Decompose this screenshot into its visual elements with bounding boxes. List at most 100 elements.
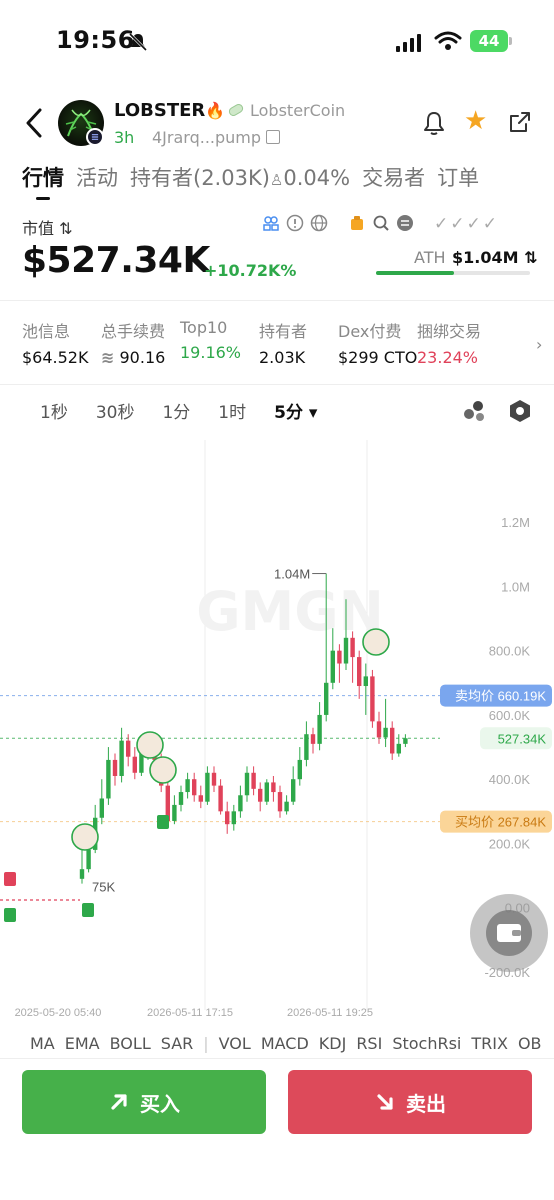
stat-top10[interactable]: Top10 19.16% xyxy=(180,318,259,362)
market-cap-value: $527.34K xyxy=(22,240,210,281)
candle-body xyxy=(337,650,342,664)
divider xyxy=(0,384,554,385)
y-tick-label: 600.0K xyxy=(489,708,531,723)
buy-label: 买入 xyxy=(140,1091,180,1116)
indicator-ma[interactable]: MA xyxy=(30,1034,55,1053)
sell-button[interactable]: 卖出 xyxy=(288,1070,532,1134)
candle-body xyxy=(370,676,375,722)
y-tick-label: 1.0M xyxy=(501,579,530,594)
arrow-up-right-icon xyxy=(111,1094,127,1110)
indicator-ob[interactable]: OB xyxy=(518,1034,542,1053)
market-cap-change: +10.72K% xyxy=(204,261,297,280)
back-icon[interactable] xyxy=(22,106,46,140)
stat-holders[interactable]: 持有者 2.03K xyxy=(259,318,338,367)
bundle-icon[interactable] xyxy=(348,214,366,232)
indicator-stochrsi[interactable]: StochRsi xyxy=(392,1034,461,1053)
indicator-trix[interactable]: TRIX xyxy=(471,1034,508,1053)
info-icon[interactable] xyxy=(286,214,304,232)
indicator-bar: MA EMA BOLL SAR | VOL MACD KDJ RSI StochRsi TRIX OB xyxy=(30,1034,542,1053)
interval-1m[interactable]: 1分 xyxy=(162,398,190,423)
wallet-fab-inner[interactable] xyxy=(486,910,532,956)
arrow-down-right-icon xyxy=(377,1094,393,1110)
bell-icon[interactable] xyxy=(422,110,446,136)
stat-total-fees[interactable]: 总手续费 ≋ 90.16 xyxy=(101,318,180,367)
candle-body xyxy=(383,727,388,738)
ath-progress-fill xyxy=(376,271,454,275)
interval-30s[interactable]: 30秒 xyxy=(96,398,135,423)
indicator-vol[interactable]: VOL xyxy=(219,1034,251,1053)
tab-orders[interactable]: 订单 xyxy=(437,162,479,192)
candle-body xyxy=(106,759,111,799)
candle-body xyxy=(304,734,309,760)
tab-traders[interactable]: 交易者 xyxy=(362,162,425,192)
stat-dex-paid[interactable]: Dex付费 $299 CTO xyxy=(338,318,417,367)
candle-body xyxy=(238,795,243,812)
candle-body xyxy=(132,756,137,773)
interval-selector: 1秒 30秒 1分 1时 5分 ▾ xyxy=(40,398,345,426)
candle-body xyxy=(231,811,236,825)
globe-icon[interactable] xyxy=(310,214,328,232)
token-link-icons xyxy=(262,214,414,232)
tab-activity[interactable]: 活动 xyxy=(76,162,118,192)
candle-body xyxy=(244,772,250,796)
trader-avatar-marker xyxy=(362,628,390,656)
buy-button[interactable]: 买入 xyxy=(22,1070,266,1134)
trader-avatar-marker xyxy=(71,823,99,851)
divider xyxy=(0,1058,554,1059)
candle-body xyxy=(86,849,91,870)
interval-1s[interactable]: 1秒 xyxy=(40,398,68,423)
candle-body xyxy=(119,740,124,776)
indicator-kdj[interactable]: KDJ xyxy=(319,1034,347,1053)
candle-body xyxy=(376,721,382,738)
tab-bar: 行情 活动 持有者(2.03K)♙0.04% 交易者 订单 xyxy=(22,162,554,202)
candle-body xyxy=(258,788,263,802)
chart-settings-icon[interactable] xyxy=(509,399,531,423)
candle-body xyxy=(192,779,197,796)
sell-marker xyxy=(4,872,16,886)
search-icon[interactable] xyxy=(372,214,390,232)
candle-body xyxy=(185,779,190,793)
candle-body xyxy=(225,811,230,825)
candle-body xyxy=(99,798,104,818)
signal-icon xyxy=(396,34,421,52)
tab-market[interactable]: 行情 xyxy=(22,162,64,200)
high-annotation: 1.04M xyxy=(274,567,310,582)
current-price-label: 527.34K xyxy=(498,731,547,746)
candle-body xyxy=(350,637,355,658)
indicator-rsi[interactable]: RSI xyxy=(356,1034,382,1053)
stat-pool-info[interactable]: 池信息 $64.52K xyxy=(22,318,101,367)
ath-label: ATH xyxy=(414,248,446,267)
contract-address[interactable]: 4Jrarq...pump xyxy=(152,128,261,147)
stat-bundled[interactable]: 捆绑交易 23.24% xyxy=(417,318,496,367)
chart-style-icon[interactable] xyxy=(462,400,486,422)
buy-avg-label: 买均价 267.84K xyxy=(455,815,546,830)
ath-value: $1.04M ⇅ xyxy=(452,248,538,267)
favorite-star-icon[interactable]: ★ xyxy=(464,108,487,134)
copy-icon[interactable] xyxy=(266,130,280,144)
tab-holders[interactable]: 持有者(2.03K)♙0.04% xyxy=(130,162,350,192)
candle-body xyxy=(357,657,362,687)
y-tick-label: 200.0K xyxy=(489,836,531,851)
battery-level: 44 xyxy=(470,30,508,52)
candle-body xyxy=(178,792,184,805)
candle-body xyxy=(112,759,118,776)
y-tick-label: 400.0K xyxy=(489,772,531,787)
indicator-ema[interactable]: EMA xyxy=(65,1034,100,1053)
interval-1h[interactable]: 1时 xyxy=(218,398,246,423)
low-annotation: 75K xyxy=(92,880,115,895)
trader-avatar-marker xyxy=(136,731,164,759)
list-icon[interactable] xyxy=(396,214,414,232)
solana-chain-icon xyxy=(86,128,104,146)
candle-body xyxy=(390,727,395,754)
interval-5m[interactable]: 5分 ▾ xyxy=(274,398,317,423)
chevron-right-icon[interactable]: › xyxy=(536,335,542,354)
watermark-logo: GMGN xyxy=(196,580,384,643)
indicator-boll[interactable]: BOLL xyxy=(110,1034,151,1053)
share-icon[interactable] xyxy=(508,110,532,134)
candle-body xyxy=(330,650,335,683)
indicator-macd[interactable]: MACD xyxy=(261,1034,309,1053)
candle-body xyxy=(343,637,349,664)
candle-body xyxy=(79,869,85,879)
community-icon[interactable] xyxy=(262,214,280,232)
indicator-sar[interactable]: SAR xyxy=(161,1034,194,1053)
